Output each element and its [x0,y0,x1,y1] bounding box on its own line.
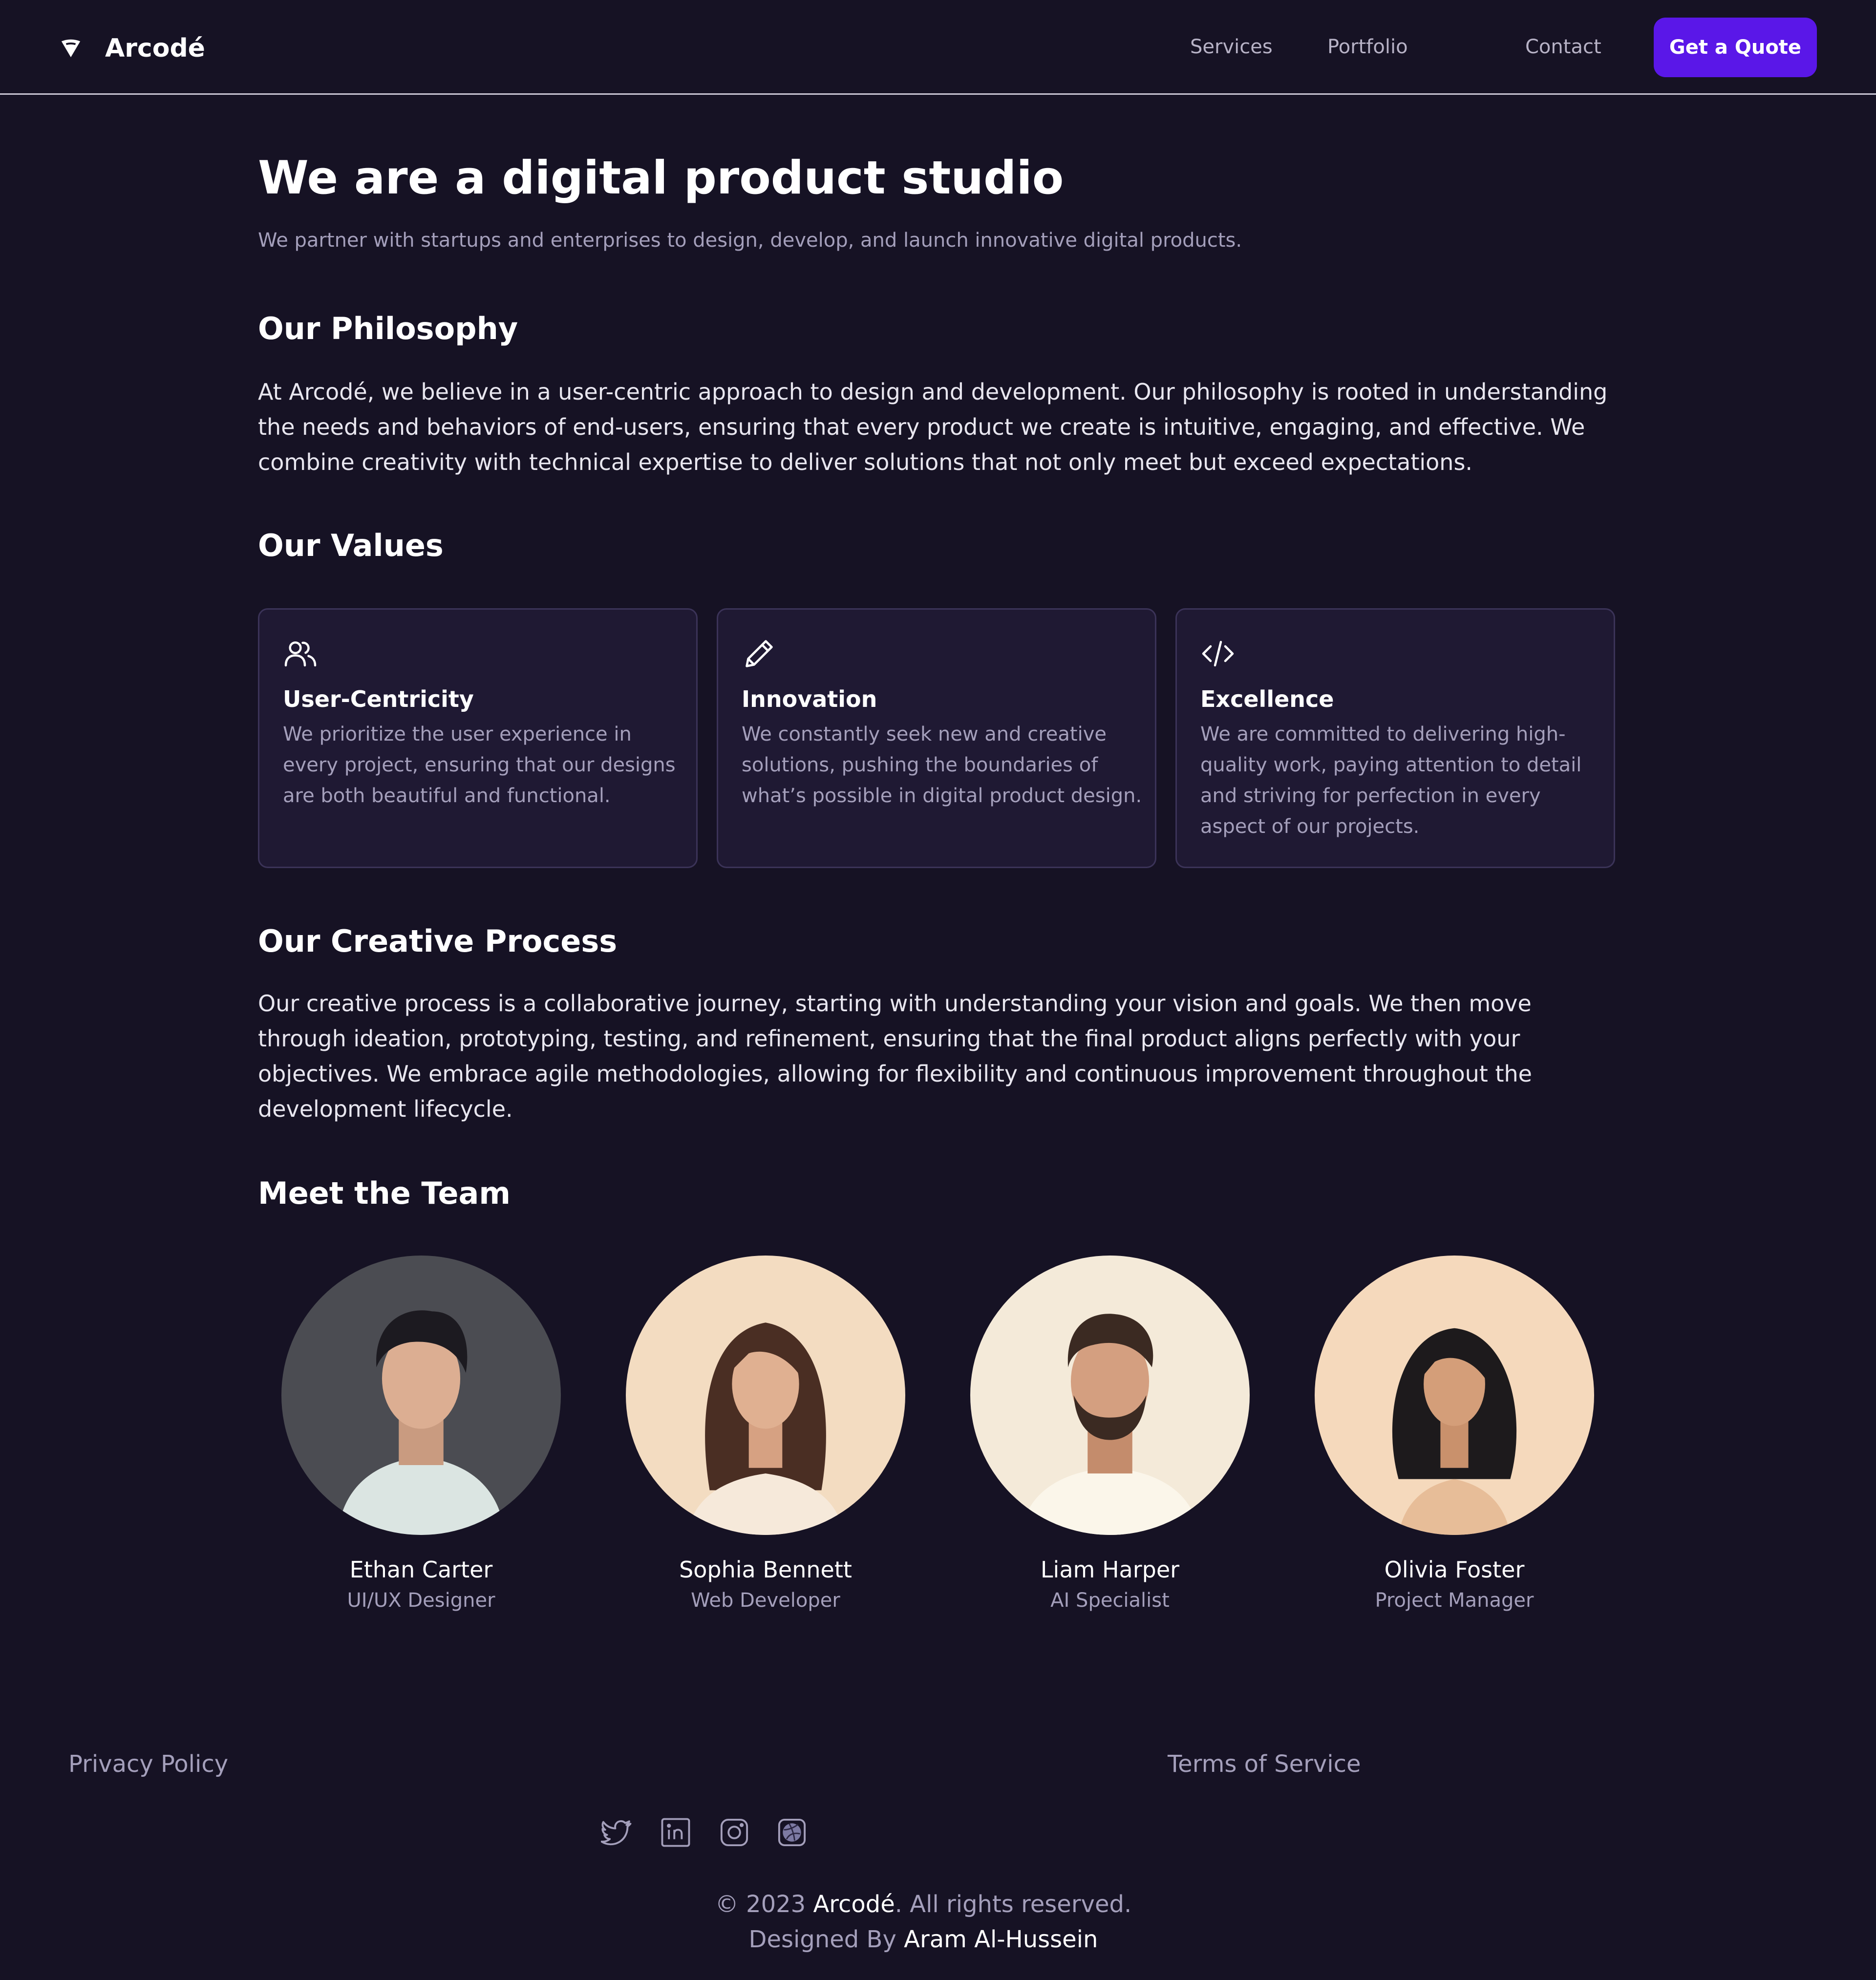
member-role: Web Developer [691,1589,840,1612]
value-card-user-centricity: User-Centricity We prioritize the user e… [258,608,698,868]
philosophy-heading: Our Philosophy [258,311,518,346]
designed-by-label: Designed By [748,1926,904,1953]
nav-link-services[interactable]: Services [1190,31,1273,63]
value-description: We prioritize the user experience in eve… [283,723,676,807]
dribbble-icon[interactable] [776,1816,808,1849]
values-heading: Our Values [258,528,444,563]
copyright-prefix: © 2023 [715,1891,813,1918]
linkedin-icon[interactable] [660,1816,692,1849]
hero-subtitle: We partner with startups and enterprises… [258,229,1242,252]
users-icon [284,641,317,667]
designer-name[interactable]: Aram Al-Hussein [904,1926,1098,1953]
top-nav: Arcodé Services Portfolio Contact Get a … [0,0,1876,95]
member-role: AI Specialist [1050,1589,1170,1612]
avatar [626,1256,905,1535]
member-role: UI/UX Designer [347,1589,495,1612]
member-name: Liam Harper [1040,1556,1180,1583]
copyright-line: © 2023 Arcodé. All rights reserved. [508,1887,1339,1922]
avatar [281,1256,561,1535]
team-heading: Meet the Team [258,1175,511,1211]
brand-name[interactable]: Arcodé [105,31,205,65]
value-title: Innovation [742,686,877,712]
instagram-icon[interactable] [718,1816,750,1849]
avatar [1315,1256,1594,1535]
value-title: Excellence [1200,686,1334,712]
avatar [970,1256,1250,1535]
copyright-block: © 2023 Arcodé. All rights reserved. Desi… [508,1887,1339,1957]
copyright-suffix: . All rights reserved. [895,1891,1132,1918]
code-icon [1202,640,1234,667]
copyright-brand: Arcodé [813,1891,895,1918]
terms-of-service-link[interactable]: Terms of Service [1168,1747,1361,1781]
process-text: Our creative process is a collaborative … [258,990,1532,1122]
nav-link-contact[interactable]: Contact [1525,31,1601,63]
page-title: We are a digital product studio [258,151,1064,205]
team-member: Olivia Foster Project Manager [1315,1256,1594,1617]
member-name: Olivia Foster [1384,1556,1525,1583]
team-member: Liam Harper AI Specialist [970,1256,1250,1617]
value-card-innovation: Innovation We constantly seek new and cr… [717,608,1156,868]
value-title: User-Centricity [283,686,474,712]
value-card-excellence: Excellence We are committed to deliverin… [1175,608,1615,868]
designer-credit: Designed By Aram Al-Hussein [508,1922,1339,1957]
privacy-policy-link[interactable]: Privacy Policy [68,1747,228,1781]
get-quote-button[interactable]: Get a Quote [1654,18,1817,77]
value-description: We constantly seek new and creative solu… [742,723,1142,807]
philosophy-text: At Arcodé, we believe in a user-centric … [258,379,1608,475]
process-heading: Our Creative Process [258,923,618,959]
member-role: Project Manager [1375,1589,1534,1612]
pencil-icon [746,640,773,667]
member-name: Sophia Bennett [679,1556,852,1583]
team-member: Ethan Carter UI/UX Designer [281,1256,561,1617]
twitter-icon[interactable] [601,1816,633,1849]
team-member: Sophia Bennett Web Developer [626,1256,905,1617]
logo-icon[interactable] [60,37,82,59]
value-description: We are committed to delivering high-qual… [1200,723,1582,838]
nav-link-portfolio[interactable]: Portfolio [1327,31,1408,63]
member-name: Ethan Carter [349,1556,493,1583]
